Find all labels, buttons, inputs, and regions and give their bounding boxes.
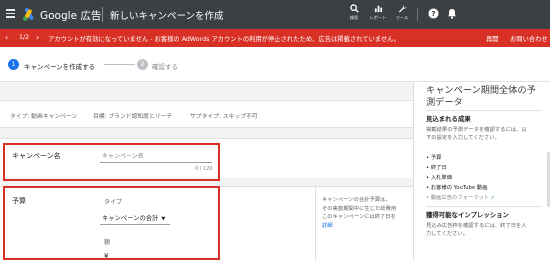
tools-button[interactable]: ツール xyxy=(391,4,413,21)
search-tool-button[interactable]: 検索 xyxy=(343,4,365,21)
forecast-heading: 見込まれる成果 xyxy=(426,115,471,123)
budget-note-line: このキャンペーンには終了日を xyxy=(322,214,396,220)
report-tool-button[interactable]: レポート xyxy=(367,4,389,21)
wrench-icon xyxy=(398,4,407,13)
step-1-label[interactable]: キャンペーンを作成する xyxy=(24,61,95,71)
top-bar: Google 広告 新しいキャンペーンを作成 検索 レポート ツール ? xyxy=(0,0,550,29)
forecast-description-line: 下の設定を入力してください。 xyxy=(426,135,500,141)
alert-pager: 1/2 xyxy=(19,34,30,41)
budget-type-label: タイプ xyxy=(104,199,123,206)
notification-bell-icon[interactable] xyxy=(447,8,457,19)
forecast-description-line: 掲載結果の予測データを確認するには、以 xyxy=(426,127,527,133)
budget-amount-label: 額 xyxy=(104,239,111,246)
checklist-item-complete: • 動画広告のフォーマット ✓ xyxy=(426,195,496,201)
summary-type: タイプ: 動画キャンペーン xyxy=(10,114,78,120)
summary-subtype: サブタイプ: スキップ不可 xyxy=(190,114,258,120)
budget-note-line: その実施期間中に生じた総費用 xyxy=(322,205,397,212)
campaign-type-summary[interactable]: タイプ: 動画キャンペーン 目標: ブランド認知度とリーチ サブタイプ: スキッ… xyxy=(0,100,413,128)
dropdown-arrow-icon: ▼ xyxy=(161,216,166,222)
google-ads-logo-icon xyxy=(23,8,34,21)
resume-link[interactable]: 再開 xyxy=(486,34,499,43)
checklist-item-label: お客様の YouTube 動画 xyxy=(430,185,488,191)
step-connector xyxy=(104,64,135,65)
next-alert-icon[interactable]: › xyxy=(36,33,39,42)
campaign-name-char-counter: 0 / 120 xyxy=(195,166,213,172)
forecast-side-panel: キャンペーン期間全体の予測データ 見込まれる成果 掲載結果の予測データを確認する… xyxy=(413,82,550,260)
campaign-name-underline xyxy=(100,162,212,163)
budget-note-divider xyxy=(315,187,316,260)
budget-note-line: キャンペーンの合計予算は、 xyxy=(322,197,391,203)
hamburger-menu-icon[interactable] xyxy=(6,9,15,18)
svg-text:?: ? xyxy=(431,9,435,18)
budget-type-value: キャンペーンの合計 xyxy=(102,215,159,222)
page-title: 新しいキャンペーンを作成 xyxy=(110,11,224,22)
forecast-description: 掲載結果の予測データを確認するには、以 下の設定を入力してください。 xyxy=(426,126,527,142)
impressions-description: 見込み広告枠を確認するには、終了日を入 力してください。 xyxy=(426,222,527,238)
toolbar-divider xyxy=(417,8,418,21)
impressions-heading: 獲得可能なインプレッション xyxy=(426,211,509,219)
checklist-item: • お客様の YouTube 動画 xyxy=(426,185,488,191)
checklist-item-label: 動画広告のフォーマット xyxy=(430,195,490,201)
checklist-item-label: 入札単価 xyxy=(430,175,453,181)
checklist-item-label: 予算 xyxy=(430,155,442,161)
report-icon xyxy=(374,5,382,13)
progress-stepper: 1 キャンペーンを作成する 2 確認する xyxy=(0,47,550,82)
summary-goal: 目標: ブランド認知度とリーチ xyxy=(93,114,173,120)
search-icon xyxy=(349,4,359,13)
budget-type-underline xyxy=(100,224,170,225)
impressions-description-line: 力してください。 xyxy=(426,231,469,237)
checklist-item: • 予算 xyxy=(426,155,442,161)
impressions-description-line: 見込み広告枠を確認するには、終了日を入 xyxy=(426,223,527,229)
checkmark-icon: ✓ xyxy=(490,195,496,201)
campaign-name-input[interactable]: キャンペーン名 xyxy=(102,151,144,160)
campaign-name-title: キャンペーン名 xyxy=(12,152,61,160)
budget-help-note: キャンペーンの合計予算は、 その実施期間中に生じた総費用 このキャンペーンには終… xyxy=(322,196,412,230)
campaign-name-section: キャンペーン名 キャンペーン名 0 / 120 xyxy=(0,138,413,178)
step-1-number: 1 xyxy=(8,59,19,70)
budget-title: 予算 xyxy=(12,197,26,205)
header-divider xyxy=(102,7,103,22)
panel-title: キャンペーン期間全体の予測データ xyxy=(426,85,536,108)
budget-details-link[interactable]: 詳細 xyxy=(322,222,412,231)
budget-type-dropdown[interactable]: キャンペーンの合計 ▼ xyxy=(102,213,165,222)
alert-message: アカウントが有効になっていません - お客様の AdWords アカウントの利用… xyxy=(48,36,400,43)
step-2-label[interactable]: 確認する xyxy=(152,61,178,71)
previous-alert-icon[interactable]: ‹ xyxy=(5,33,8,42)
tools-label: ツール xyxy=(395,15,409,20)
checklist-item: • 入札単価 xyxy=(426,175,453,181)
help-icon[interactable]: ? xyxy=(428,8,439,19)
panel-divider xyxy=(426,110,541,111)
report-tool-label: レポート xyxy=(369,15,387,20)
budget-amount-input[interactable]: ¥ xyxy=(104,252,108,260)
checklist-item: • 終了日 xyxy=(426,165,447,171)
budget-section: 予算 タイプ キャンペーンの合計 ▼ 額 ¥ キャンペーンの合計予算は、 その実施… xyxy=(0,186,413,260)
brand-name: Google 広告 xyxy=(40,10,102,22)
search-tool-label: 検索 xyxy=(349,15,359,20)
panel-divider xyxy=(426,206,541,207)
step-2-number: 2 xyxy=(137,59,148,70)
account-alert-bar: ‹ 1/2 › アカウントが有効になっていません - お客様の AdWords … xyxy=(0,29,550,47)
checklist-item-label: 終了日 xyxy=(430,165,447,171)
contact-us-link[interactable]: お問い合わせ xyxy=(510,34,548,43)
